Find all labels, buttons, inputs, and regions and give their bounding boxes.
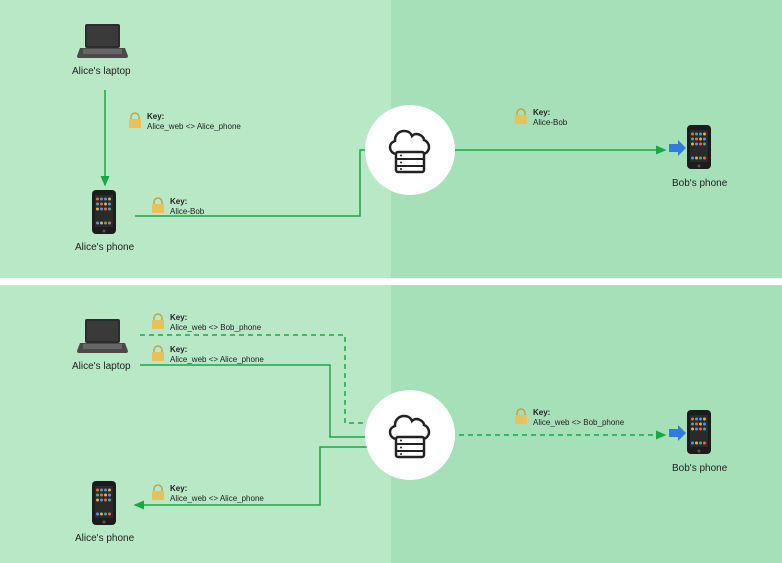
bob-phone-label-bot: Bob's phone (672, 463, 727, 474)
phone-icon (685, 123, 715, 173)
key-label-3-top: Key: Alice-Bob (533, 108, 567, 127)
phone-icon (90, 479, 120, 529)
alice-phone-label-top: Alice's phone (75, 242, 134, 253)
alice-laptop-label-bot: Alice's laptop (72, 361, 131, 372)
phone-icon (90, 188, 120, 238)
lock-icon (513, 108, 529, 126)
lock-icon (150, 345, 166, 363)
key-label-4-bot: Key: Alice_web <> Bob_phone (533, 408, 624, 427)
bottom-panel: Alice's laptop Alice's phone Bob's phone (0, 285, 782, 563)
top-panel: Alice's laptop Alice's phone Bob's phone (0, 0, 782, 278)
lock-icon (150, 197, 166, 215)
key-label-1-top: Key: Alice_web <> Alice_phone (147, 112, 241, 131)
key-label-1-bot: Key: Alice_web <> Bob_phone (170, 313, 261, 332)
phone-icon (685, 408, 715, 458)
lock-icon (513, 408, 529, 426)
key-label-3-bot: Key: Alice_web <> Alice_phone (170, 484, 264, 503)
server-circle-top (365, 105, 455, 195)
lock-icon (150, 484, 166, 502)
alice-phone-label-bot: Alice's phone (75, 533, 134, 544)
server-cloud-icon (382, 407, 438, 463)
blue-arrow-icon (668, 140, 688, 156)
blue-arrow-icon (668, 425, 688, 441)
lock-icon (127, 112, 143, 130)
server-circle-bottom (365, 390, 455, 480)
diagram-canvas: Alice's laptop Alice's phone Bob's phone (0, 0, 782, 563)
server-cloud-icon (382, 122, 438, 178)
alice-laptop-label-top: Alice's laptop (72, 66, 131, 77)
bob-phone-label-top: Bob's phone (672, 178, 727, 189)
laptop-icon (75, 317, 130, 357)
lock-icon (150, 313, 166, 331)
key-label-2-bot: Key: Alice_web <> Alice_phone (170, 345, 264, 364)
key-label-2-top: Key: Alice-Bob (170, 197, 204, 216)
laptop-icon (75, 22, 130, 62)
